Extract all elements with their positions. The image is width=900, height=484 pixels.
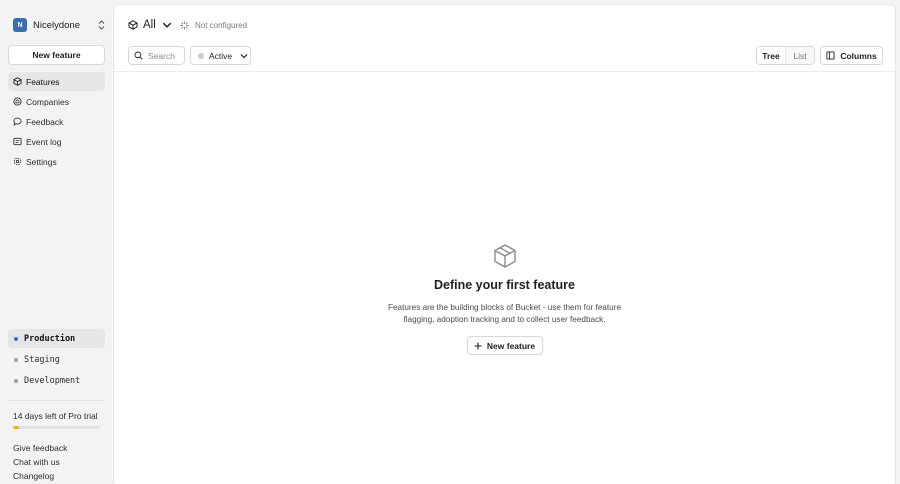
columns-icon [826, 51, 835, 60]
search-icon [134, 51, 143, 60]
gear-icon [13, 157, 22, 166]
empty-state-title: Define your first feature [433, 278, 575, 292]
cube-icon [128, 20, 138, 30]
empty-state: Define your first feature Features are t… [114, 243, 895, 355]
changelog-link[interactable]: Changelog [13, 470, 67, 484]
env-item-production[interactable]: Production [8, 329, 105, 348]
org-avatar: N [13, 18, 27, 32]
main-panel: All Not configured Active Tree List Colu… [113, 4, 896, 484]
env-status-dot [14, 357, 18, 362]
status-filter-label: Active [209, 50, 233, 61]
configuration-status[interactable]: Not configured [180, 18, 247, 32]
building-icon [13, 97, 22, 106]
trial-status-text: 14 days left of Pro trial [13, 411, 98, 421]
view-toggle: Tree List [756, 46, 815, 65]
list-icon [13, 137, 22, 146]
cube-icon [13, 77, 22, 86]
give-feedback-link[interactable]: Give feedback [13, 442, 67, 456]
chat-icon [13, 117, 22, 126]
plus-icon [474, 342, 482, 349]
env-status-dot [14, 378, 18, 383]
sidebar-item-label: Features [26, 76, 60, 87]
sparkle-icon [180, 20, 189, 30]
list-view-button[interactable]: List [785, 47, 814, 64]
search-input[interactable] [148, 50, 186, 61]
sidebar-footer-links: Give feedback Chat with us Changelog [13, 442, 67, 484]
chevron-down-icon [238, 53, 250, 59]
env-item-staging[interactable]: Staging [8, 350, 105, 369]
sidebar: N Nicelydone New feature Features Compan… [0, 0, 113, 484]
status-filter-dropdown[interactable]: Active [190, 46, 251, 65]
environment-list: Production Staging Development [8, 329, 105, 392]
sidebar-nav: Features Companies Feedback Event log Se… [8, 72, 105, 172]
org-switcher[interactable]: N Nicelydone [8, 12, 106, 38]
chevron-updown-icon [96, 20, 106, 30]
empty-state-description: Features are the building blocks of Buck… [387, 303, 621, 324]
sidebar-item-feedback[interactable]: Feedback [8, 112, 105, 131]
env-label: Development [24, 375, 81, 386]
search-box[interactable] [128, 46, 186, 65]
env-label: Staging [24, 354, 60, 365]
env-label: Production [24, 333, 76, 344]
sidebar-item-label: Feedback [26, 116, 64, 127]
sidebar-item-label: Companies [26, 96, 69, 107]
sidebar-item-event-log[interactable]: Event log [8, 132, 105, 151]
chevron-down-icon [162, 22, 172, 28]
empty-state-new-feature-button[interactable]: New feature [466, 336, 543, 355]
filter-bar: Active Tree List Columns [114, 45, 895, 72]
sidebar-divider [8, 400, 105, 401]
columns-label: Columns [840, 50, 877, 61]
trial-progress-bar [13, 426, 100, 429]
new-feature-button[interactable]: New feature [8, 45, 105, 65]
sidebar-item-settings[interactable]: Settings [8, 152, 105, 171]
top-bar: All Not configured [114, 5, 895, 45]
empty-state-button-label: New feature [486, 340, 536, 351]
scope-label: All [143, 19, 156, 31]
sidebar-item-features[interactable]: Features [8, 72, 105, 91]
sidebar-item-companies[interactable]: Companies [8, 92, 105, 111]
cube-icon [493, 244, 516, 268]
chat-with-us-link[interactable]: Chat with us [13, 456, 67, 470]
env-status-dot [14, 336, 18, 341]
status-dot [198, 52, 204, 59]
sidebar-item-label: Settings [26, 156, 57, 167]
org-name: Nicelydone [33, 19, 80, 31]
tree-view-button[interactable]: Tree [757, 47, 785, 64]
env-item-development[interactable]: Development [8, 371, 105, 390]
scope-selector[interactable]: All [128, 17, 172, 33]
columns-button[interactable]: Columns [820, 46, 883, 65]
sidebar-item-label: Event log [26, 136, 62, 147]
configuration-status-text: Not configured [195, 20, 248, 30]
trial-progress-fill [13, 426, 20, 429]
